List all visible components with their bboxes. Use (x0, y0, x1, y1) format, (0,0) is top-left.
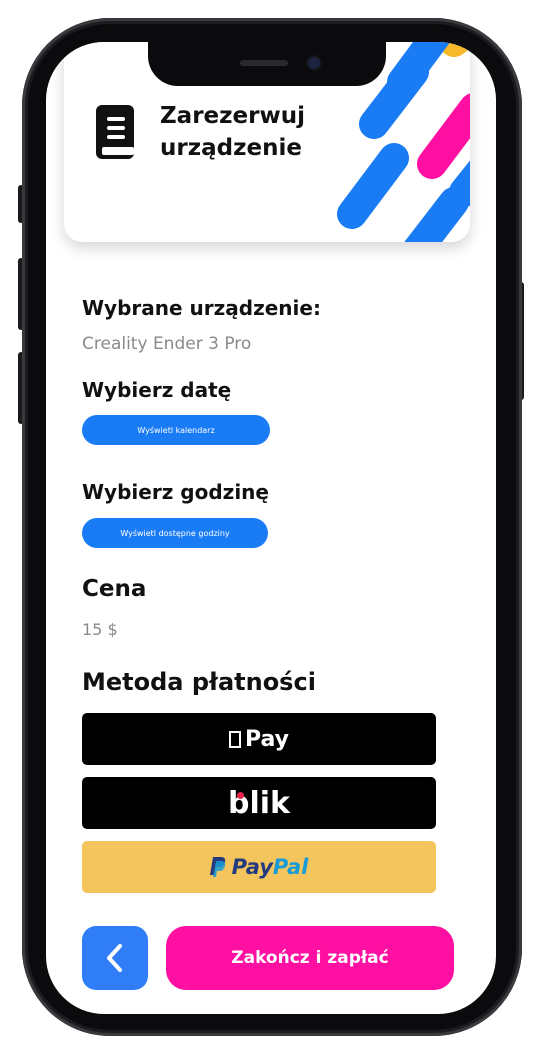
apple-pay-logo: Pay (228, 726, 290, 752)
selected-device-label: Wybrane urządzenie: (82, 296, 321, 320)
stripe-blue-3 (449, 160, 470, 207)
speaker-grille (240, 60, 288, 66)
paypal-icon (209, 857, 225, 877)
apple-pay-button[interactable]: Pay (82, 713, 436, 765)
phone-screen: Zarezerwuj urządzenie Wybrane urządzenie… (46, 42, 496, 1014)
stripe-blue-4 (337, 143, 409, 229)
date-label: Wybierz datę (82, 378, 232, 402)
blik-dot-icon (237, 791, 244, 799)
paypal-button[interactable]: PayPal (82, 841, 436, 893)
paypal-text-pay: Pay (231, 855, 273, 879)
show-calendar-button[interactable]: Wyświetl kalendarz (82, 415, 270, 445)
blik-logo: blik (228, 786, 290, 821)
front-camera (308, 57, 320, 69)
blik-button[interactable]: blik (82, 777, 436, 829)
stripe-blue-5 (404, 187, 469, 242)
book-icon (96, 105, 134, 159)
price-label: Cena (82, 576, 147, 602)
chevron-left-icon (107, 944, 122, 972)
payment-method-label: Metoda płatności (82, 668, 316, 696)
stripe-blue-2 (359, 57, 429, 139)
paypal-text-pal: Pal (272, 855, 309, 879)
stripe-pink (417, 93, 470, 179)
finish-and-pay-button[interactable]: Zakończ i zapłać (166, 926, 454, 990)
page-title: Zarezerwuj urządzenie (160, 100, 330, 164)
apple-icon (228, 730, 241, 748)
apple-pay-text: Pay (244, 726, 290, 752)
time-label: Wybierz godzinę (82, 480, 269, 504)
phone-notch (148, 40, 386, 86)
price-value: 15 $ (82, 620, 118, 639)
blik-text: blik (228, 785, 290, 821)
page-title-line1: Zarezerwuj (160, 103, 305, 129)
paypal-logo: PayPal (209, 855, 309, 879)
selected-device-value: Creality Ender 3 Pro (82, 334, 252, 354)
show-hours-button[interactable]: Wyświetl dostępne godziny (82, 518, 268, 548)
page-title-line2: urządzenie (160, 135, 302, 161)
back-button[interactable] (82, 926, 148, 990)
